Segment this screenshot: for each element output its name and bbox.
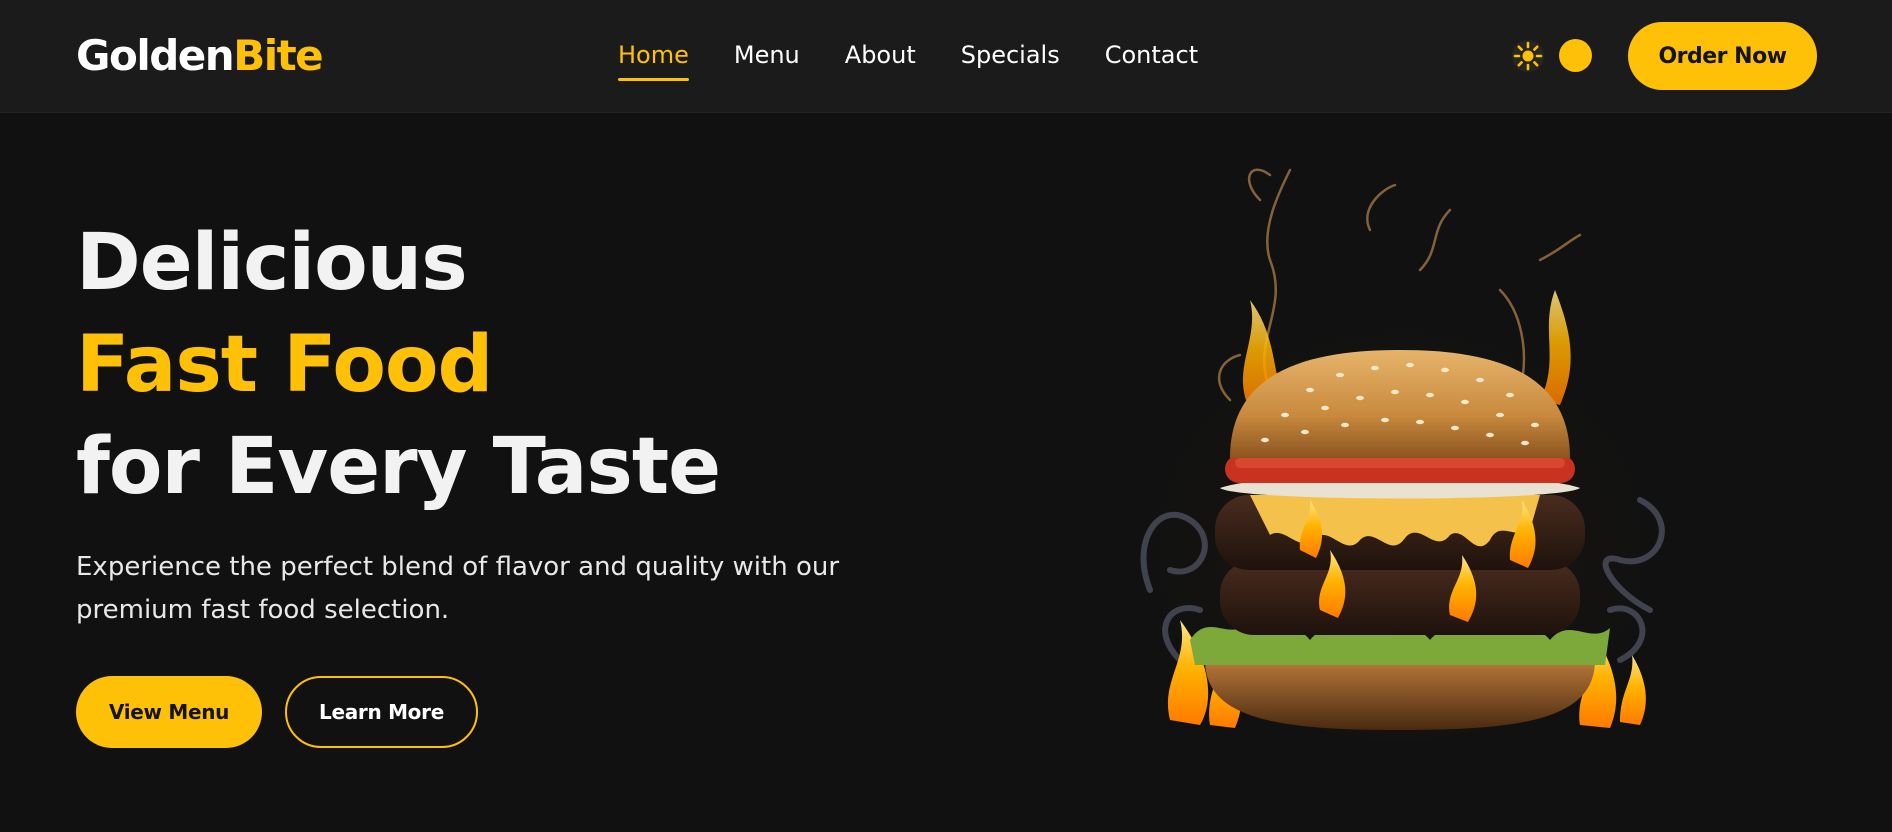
nav-link-contact[interactable]: Contact	[1105, 37, 1198, 77]
brand-logo[interactable]: GoldenBite	[76, 28, 324, 84]
brand-name-part1: Golden	[76, 31, 235, 80]
hero-title-line2: Fast Food	[76, 320, 493, 410]
theme-toggle[interactable]	[1506, 38, 1592, 74]
nav-link-home[interactable]: Home	[618, 37, 689, 81]
nav-link-specials[interactable]: Specials	[961, 37, 1060, 77]
order-now-button[interactable]: Order Now	[1628, 22, 1817, 90]
nav-link-about[interactable]: About	[845, 37, 916, 77]
sun-icon	[1512, 40, 1544, 72]
toggle-knob	[1559, 39, 1592, 72]
hero-description: Experience the perfect blend of flavor a…	[76, 552, 840, 625]
learn-more-button[interactable]: Learn More	[285, 676, 478, 748]
brand-name-part2: Bite	[233, 31, 323, 80]
hero-title-line1: Delicious	[76, 218, 468, 308]
view-menu-button[interactable]: View Menu	[76, 676, 262, 748]
main-nav: Home Menu About Specials Contact	[618, 37, 1198, 81]
site-header: GoldenBite Home Menu About Specials Cont…	[0, 0, 1892, 113]
burger-image	[1130, 168, 1670, 740]
hero-title-line3: for Every Taste	[76, 422, 721, 512]
hero-title: Delicious Fast Food for Every Taste	[76, 212, 721, 518]
nav-link-menu[interactable]: Menu	[734, 37, 800, 77]
